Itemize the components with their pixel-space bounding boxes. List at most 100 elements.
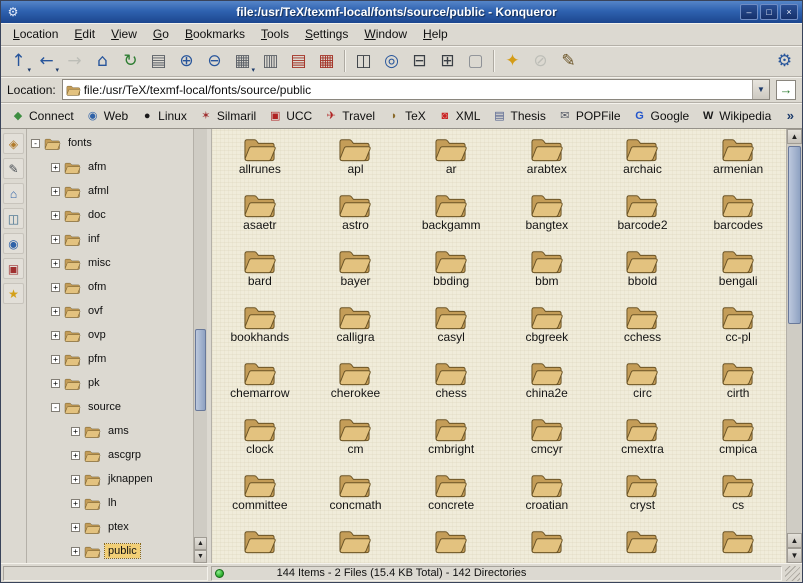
split-view-left-right-button[interactable]: ◫ — [350, 48, 377, 74]
folder-item-cc-pl[interactable]: cc-pl — [690, 303, 786, 359]
menu-location[interactable]: Location — [5, 24, 66, 44]
folder-item-ar[interactable]: ar — [403, 135, 499, 191]
folder-item-bangtex[interactable]: bangtex — [499, 191, 595, 247]
folder-item-asaetr[interactable]: asaetr — [212, 191, 308, 247]
folder-item-astro[interactable]: astro — [308, 191, 404, 247]
close-button[interactable]: × — [780, 4, 798, 20]
folder-item-bbding[interactable]: bbding — [403, 247, 499, 303]
remove-view-button[interactable]: ▢ — [462, 48, 489, 74]
folder-item[interactable] — [403, 527, 499, 563]
expand-expander-icon[interactable]: + — [71, 427, 80, 436]
bookmark-popfile[interactable]: ✉POPFile — [553, 107, 626, 125]
menu-edit[interactable]: Edit — [66, 24, 103, 44]
location-combo[interactable]: ▼ — [62, 79, 770, 100]
tree-item-source[interactable]: -source — [27, 395, 193, 419]
bookmark-web[interactable]: ◉Web — [81, 107, 133, 125]
bookmark-wikipedia[interactable]: WWikipedia — [696, 107, 776, 125]
tree-item-ovp[interactable]: +ovp — [27, 323, 193, 347]
tree-item-afm[interactable]: +afm — [27, 155, 193, 179]
bookmark-connect[interactable]: ◆Connect — [6, 107, 79, 125]
stop-animations-button[interactable]: ⊘ — [527, 48, 554, 74]
expand-expander-icon[interactable]: + — [71, 547, 80, 556]
menu-window[interactable]: Window — [356, 24, 415, 44]
expand-expander-icon[interactable]: + — [51, 259, 60, 268]
folder-item-bbold[interactable]: bbold — [595, 247, 691, 303]
bookmark-thesis[interactable]: ▤Thesis — [487, 107, 550, 125]
multicolumn-view-button[interactable]: ▥ — [257, 48, 284, 74]
sidebar-tab-home-directory[interactable]: ⌂ — [3, 183, 24, 204]
folder-item-armenian[interactable]: armenian — [690, 135, 786, 191]
expand-expander-icon[interactable]: + — [51, 283, 60, 292]
zoom-in-button[interactable]: ⊕ — [173, 48, 200, 74]
menu-bookmarks[interactable]: Bookmarks — [177, 24, 253, 44]
view-scroll-up-button-bottom[interactable]: ▲ — [787, 533, 802, 548]
folder-item-cirth[interactable]: cirth — [690, 359, 786, 415]
sidebar-tab-bookmarks[interactable]: ◈ — [3, 133, 24, 154]
folder-item-cs[interactable]: cs — [690, 471, 786, 527]
new-tab-button[interactable]: ⊞ — [434, 48, 461, 74]
expand-expander-icon[interactable]: + — [71, 475, 80, 484]
tree-item-doc[interactable]: +doc — [27, 203, 193, 227]
folder-item[interactable] — [690, 527, 786, 563]
folder-item-barcode2[interactable]: barcode2 — [595, 191, 691, 247]
reload-button[interactable]: ↻ — [117, 48, 144, 74]
home-button[interactable]: ⌂ — [89, 48, 116, 74]
expand-expander-icon[interactable]: + — [71, 523, 80, 532]
view-scrollbar-thumb[interactable] — [788, 146, 801, 324]
folder-item-cbgreek[interactable]: cbgreek — [499, 303, 595, 359]
minimize-button[interactable]: – — [740, 4, 758, 20]
tree-scrollbar[interactable]: ▲ ▼ — [193, 129, 207, 563]
expand-expander-icon[interactable]: + — [71, 499, 80, 508]
quill-button[interactable]: ✎ — [555, 48, 582, 74]
folder-item-clock[interactable]: clock — [212, 415, 308, 471]
collapse-expander-icon[interactable]: - — [51, 403, 60, 412]
sidebar-tab-root-directory[interactable]: ◉ — [3, 233, 24, 254]
tree-scrollbar-thumb[interactable] — [195, 329, 206, 411]
tree-item-pfm[interactable]: +pfm — [27, 347, 193, 371]
expand-expander-icon[interactable]: + — [51, 307, 60, 316]
resize-grip[interactable] — [785, 566, 800, 581]
menu-view[interactable]: View — [103, 24, 145, 44]
find-button[interactable]: ◎ — [378, 48, 405, 74]
konqueror-throbber-button[interactable]: ⚙ — [771, 48, 798, 74]
go-button[interactable]: → — [776, 80, 796, 100]
folder-item-committee[interactable]: committee — [212, 471, 308, 527]
bookmark-toggle-button[interactable]: ✦ — [499, 48, 526, 74]
expand-expander-icon[interactable]: + — [51, 235, 60, 244]
bookmark-travel[interactable]: ✈Travel — [319, 107, 380, 125]
split-view-top-bottom-button[interactable]: ⊟ — [406, 48, 433, 74]
tree-item-pk[interactable]: +pk — [27, 371, 193, 395]
folder-item-chemarrow[interactable]: chemarrow — [212, 359, 308, 415]
folder-item-china2e[interactable]: china2e — [499, 359, 595, 415]
tree-item-inf[interactable]: +inf — [27, 227, 193, 251]
folder-item-bookhands[interactable]: bookhands — [212, 303, 308, 359]
titlebar[interactable]: ⚙ file:/usr/TeX/texmf-local/fonts/source… — [1, 1, 802, 23]
detailed-list-view-button[interactable]: ▤ — [285, 48, 312, 74]
expand-expander-icon[interactable]: + — [71, 451, 80, 460]
folder-item-barcodes[interactable]: barcodes — [690, 191, 786, 247]
tree-scroll-up-button[interactable]: ▲ — [194, 537, 207, 550]
tree-item-ams[interactable]: +ams — [27, 419, 193, 443]
folder-item-concrete[interactable]: concrete — [403, 471, 499, 527]
folder-item-cchess[interactable]: cchess — [595, 303, 691, 359]
tree-item-afml[interactable]: +afml — [27, 179, 193, 203]
tree-item-ovf[interactable]: +ovf — [27, 299, 193, 323]
folder-item-circ[interactable]: circ — [595, 359, 691, 415]
folder-item-backgamm[interactable]: backgamm — [403, 191, 499, 247]
folder-item-bbm[interactable]: bbm — [499, 247, 595, 303]
folder-item-cherokee[interactable]: cherokee — [308, 359, 404, 415]
folder-item[interactable] — [308, 527, 404, 563]
bookmark-tex[interactable]: ◗TeX — [382, 107, 431, 125]
tree-item-ofm[interactable]: +ofm — [27, 275, 193, 299]
folder-item-cmbright[interactable]: cmbright — [403, 415, 499, 471]
window-menu-icon[interactable]: ⚙ — [5, 4, 21, 20]
expand-expander-icon[interactable]: + — [51, 355, 60, 364]
expand-expander-icon[interactable]: + — [51, 379, 60, 388]
expand-expander-icon[interactable]: + — [51, 163, 60, 172]
folder-item[interactable] — [499, 527, 595, 563]
tree-item-public[interactable]: +public — [27, 539, 193, 563]
folder-item[interactable] — [212, 527, 308, 563]
tree-item-lh[interactable]: +lh — [27, 491, 193, 515]
print-button[interactable]: ▤ — [145, 48, 172, 74]
sidebar-tab-services[interactable]: ▣ — [3, 258, 24, 279]
